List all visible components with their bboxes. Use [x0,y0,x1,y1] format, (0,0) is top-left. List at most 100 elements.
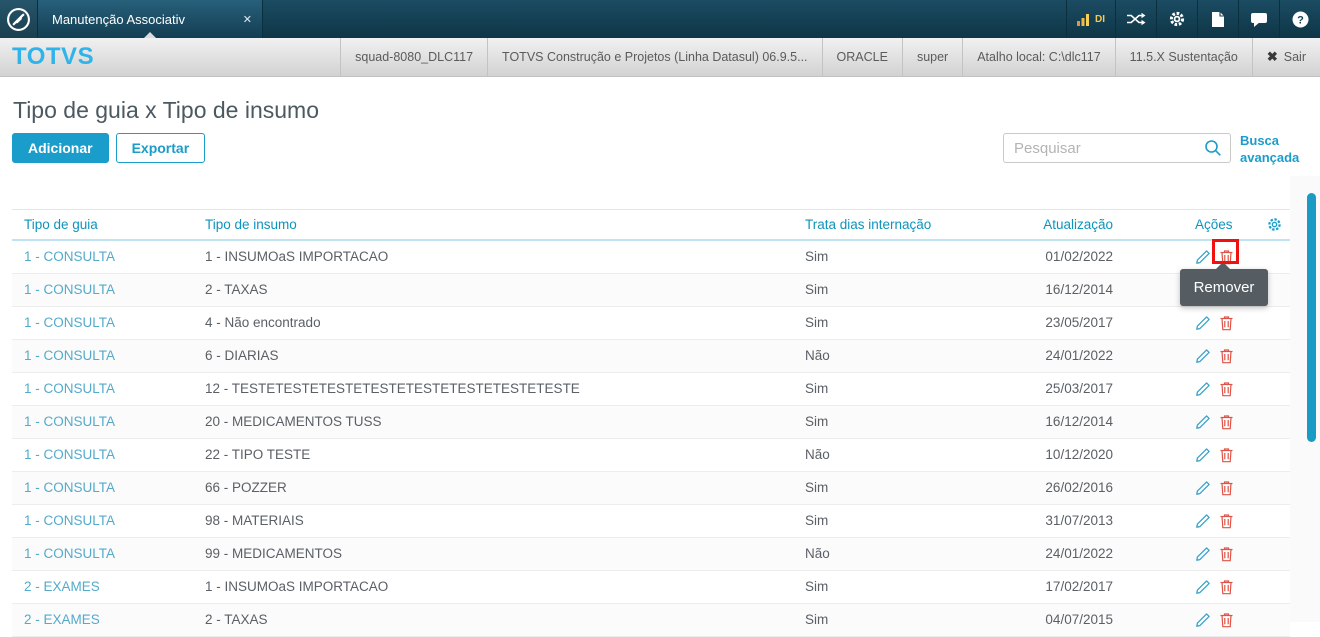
guia-link[interactable]: 1 - CONSULTA [24,513,115,528]
table-gear-icon [1267,218,1281,231]
svg-text:?: ? [1297,14,1304,26]
data-table: Tipo de guia Tipo de insumo Trata dias i… [12,208,1290,637]
column-header-tipo-guia[interactable]: Tipo de guia [12,217,193,232]
column-header-tipo-insumo[interactable]: Tipo de insumo [193,217,793,232]
logout-label: Sair [1283,50,1306,64]
column-header-trata-dias[interactable]: Trata dias internação [793,217,1033,232]
guia-link[interactable]: 1 - CONSULTA [24,381,115,396]
insumo-cell: 4 - Não encontrado [205,315,321,331]
guia-link[interactable]: 1 - CONSULTA [24,348,115,363]
edit-icon[interactable] [1195,447,1211,463]
edit-icon[interactable] [1195,513,1211,529]
edit-icon[interactable] [1195,612,1211,628]
table-row: 1 - CONSULTA 66 - POZZER Sim 26/02/2016 [12,471,1290,505]
environment-items: squad-8080_DLC117 TOTVS Construção e Pro… [340,38,1320,76]
insumo-cell: 1 - INSUMOaS IMPORTACAO [205,579,389,595]
logout-x-icon: ✖ [1266,49,1278,64]
delete-icon[interactable] [1219,546,1234,562]
search-box [1003,133,1231,163]
remove-tooltip: Remover [1180,262,1268,306]
trata-dias-cell: Não [805,447,830,463]
guia-link[interactable]: 2 - EXAMES [24,579,100,594]
document-icon [1212,11,1224,27]
export-button[interactable]: Exportar [115,133,206,163]
trata-dias-cell: Sim [805,513,829,529]
table-row: 1 - CONSULTA 1 - INSUMOaS IMPORTACAO Sim… [12,240,1290,274]
gear-icon [1169,11,1185,27]
di-monitor-button[interactable]: DI [1066,0,1115,38]
edit-icon[interactable] [1195,381,1211,397]
document-button[interactable] [1197,0,1238,38]
help-button[interactable]: ? [1279,0,1320,38]
atualizacao-cell: 16/12/2014 [1045,282,1113,298]
delete-icon[interactable] [1219,480,1234,496]
edit-icon[interactable] [1195,315,1211,331]
logout-button[interactable]: ✖ Sair [1251,38,1320,76]
insumo-cell: 22 - TIPO TESTE [205,447,311,463]
atualizacao-cell: 17/02/2017 [1045,579,1113,595]
edit-icon[interactable] [1195,414,1211,430]
guia-link[interactable]: 1 - CONSULTA [24,315,115,330]
trata-dias-cell: Sim [805,282,829,298]
table-row: 1 - CONSULTA 2 - TAXAS Sim 16/12/2014 [12,273,1290,307]
totvs-logo-icon[interactable] [0,0,37,38]
delete-icon[interactable] [1219,315,1234,331]
atualizacao-cell: 24/01/2022 [1045,546,1113,562]
scrollbar-thumb[interactable] [1307,193,1316,442]
search-input[interactable] [1003,133,1231,163]
environment-item: 11.5.X Sustentação [1114,38,1252,76]
guia-link[interactable]: 1 - CONSULTA [24,414,115,429]
trata-dias-cell: Sim [805,579,829,595]
guia-link[interactable]: 1 - CONSULTA [24,546,115,561]
guia-link[interactable]: 1 - CONSULTA [24,249,115,264]
delete-icon[interactable] [1219,414,1234,430]
settings-button[interactable] [1156,0,1197,38]
table-row: 1 - CONSULTA 20 - MEDICAMENTOS TUSS Sim … [12,405,1290,439]
column-header-atualizacao[interactable]: Atualização [1033,217,1183,232]
guia-link[interactable]: 1 - CONSULTA [24,447,115,462]
insumo-cell: 2 - TAXAS [205,612,268,628]
titlebar-spacer [263,0,1066,38]
atualizacao-cell: 25/03/2017 [1045,381,1113,397]
insumo-cell: 12 - TESTETESTETESTETESTETESTETESTETESTE… [205,381,580,397]
insumo-cell: 20 - MEDICAMENTOS TUSS [205,414,382,430]
delete-icon[interactable] [1219,579,1234,595]
table-row: 1 - CONSULTA 12 - TESTETESTETESTETESTETE… [12,372,1290,406]
delete-icon[interactable] [1219,513,1234,529]
table-row: 1 - CONSULTA 6 - DIARIAS Não 24/01/2022 [12,339,1290,373]
delete-icon[interactable] [1219,447,1234,463]
edit-icon[interactable] [1195,348,1211,364]
edit-icon[interactable] [1195,579,1211,595]
column-settings-button[interactable] [1258,216,1290,233]
add-button[interactable]: Adicionar [12,133,109,163]
search-icon[interactable] [1204,139,1222,162]
delete-icon[interactable] [1219,348,1234,364]
delete-icon[interactable] [1219,381,1234,397]
help-icon: ? [1292,11,1308,27]
guia-link[interactable]: 2 - EXAMES [24,612,100,627]
tab-title: Manutenção Associativ [52,11,185,27]
environment-item: ORACLE [821,38,902,76]
environment-item: super [901,38,962,76]
table-row: 2 - EXAMES 1 - INSUMOaS IMPORTACAO Sim 1… [12,570,1290,604]
insumo-cell: 99 - MEDICAMENTOS [205,546,343,562]
brand-logo: TOTVS [12,43,95,70]
atualizacao-cell: 10/12/2020 [1045,447,1113,463]
atualizacao-cell: 04/07/2015 [1045,612,1113,628]
page-title: Tipo de guia x Tipo de insumo [13,97,319,123]
trata-dias-cell: Sim [805,612,829,628]
shuffle-button[interactable] [1115,0,1156,38]
edit-icon[interactable] [1195,546,1211,562]
edit-icon[interactable] [1195,480,1211,496]
atualizacao-cell: 23/05/2017 [1045,315,1113,331]
tab-manutencao-associativa[interactable]: Manutenção Associativ ✕ [37,0,263,38]
trata-dias-cell: Sim [805,480,829,496]
delete-icon[interactable] [1219,612,1234,628]
guia-link[interactable]: 1 - CONSULTA [24,282,115,297]
shuffle-icon [1127,12,1146,26]
chat-button[interactable] [1238,0,1279,38]
guia-link[interactable]: 1 - CONSULTA [24,480,115,495]
advanced-search-link[interactable]: Busca avançada [1240,133,1306,167]
tab-close-icon[interactable]: ✕ [243,13,252,26]
edit-icon[interactable] [1195,249,1211,265]
